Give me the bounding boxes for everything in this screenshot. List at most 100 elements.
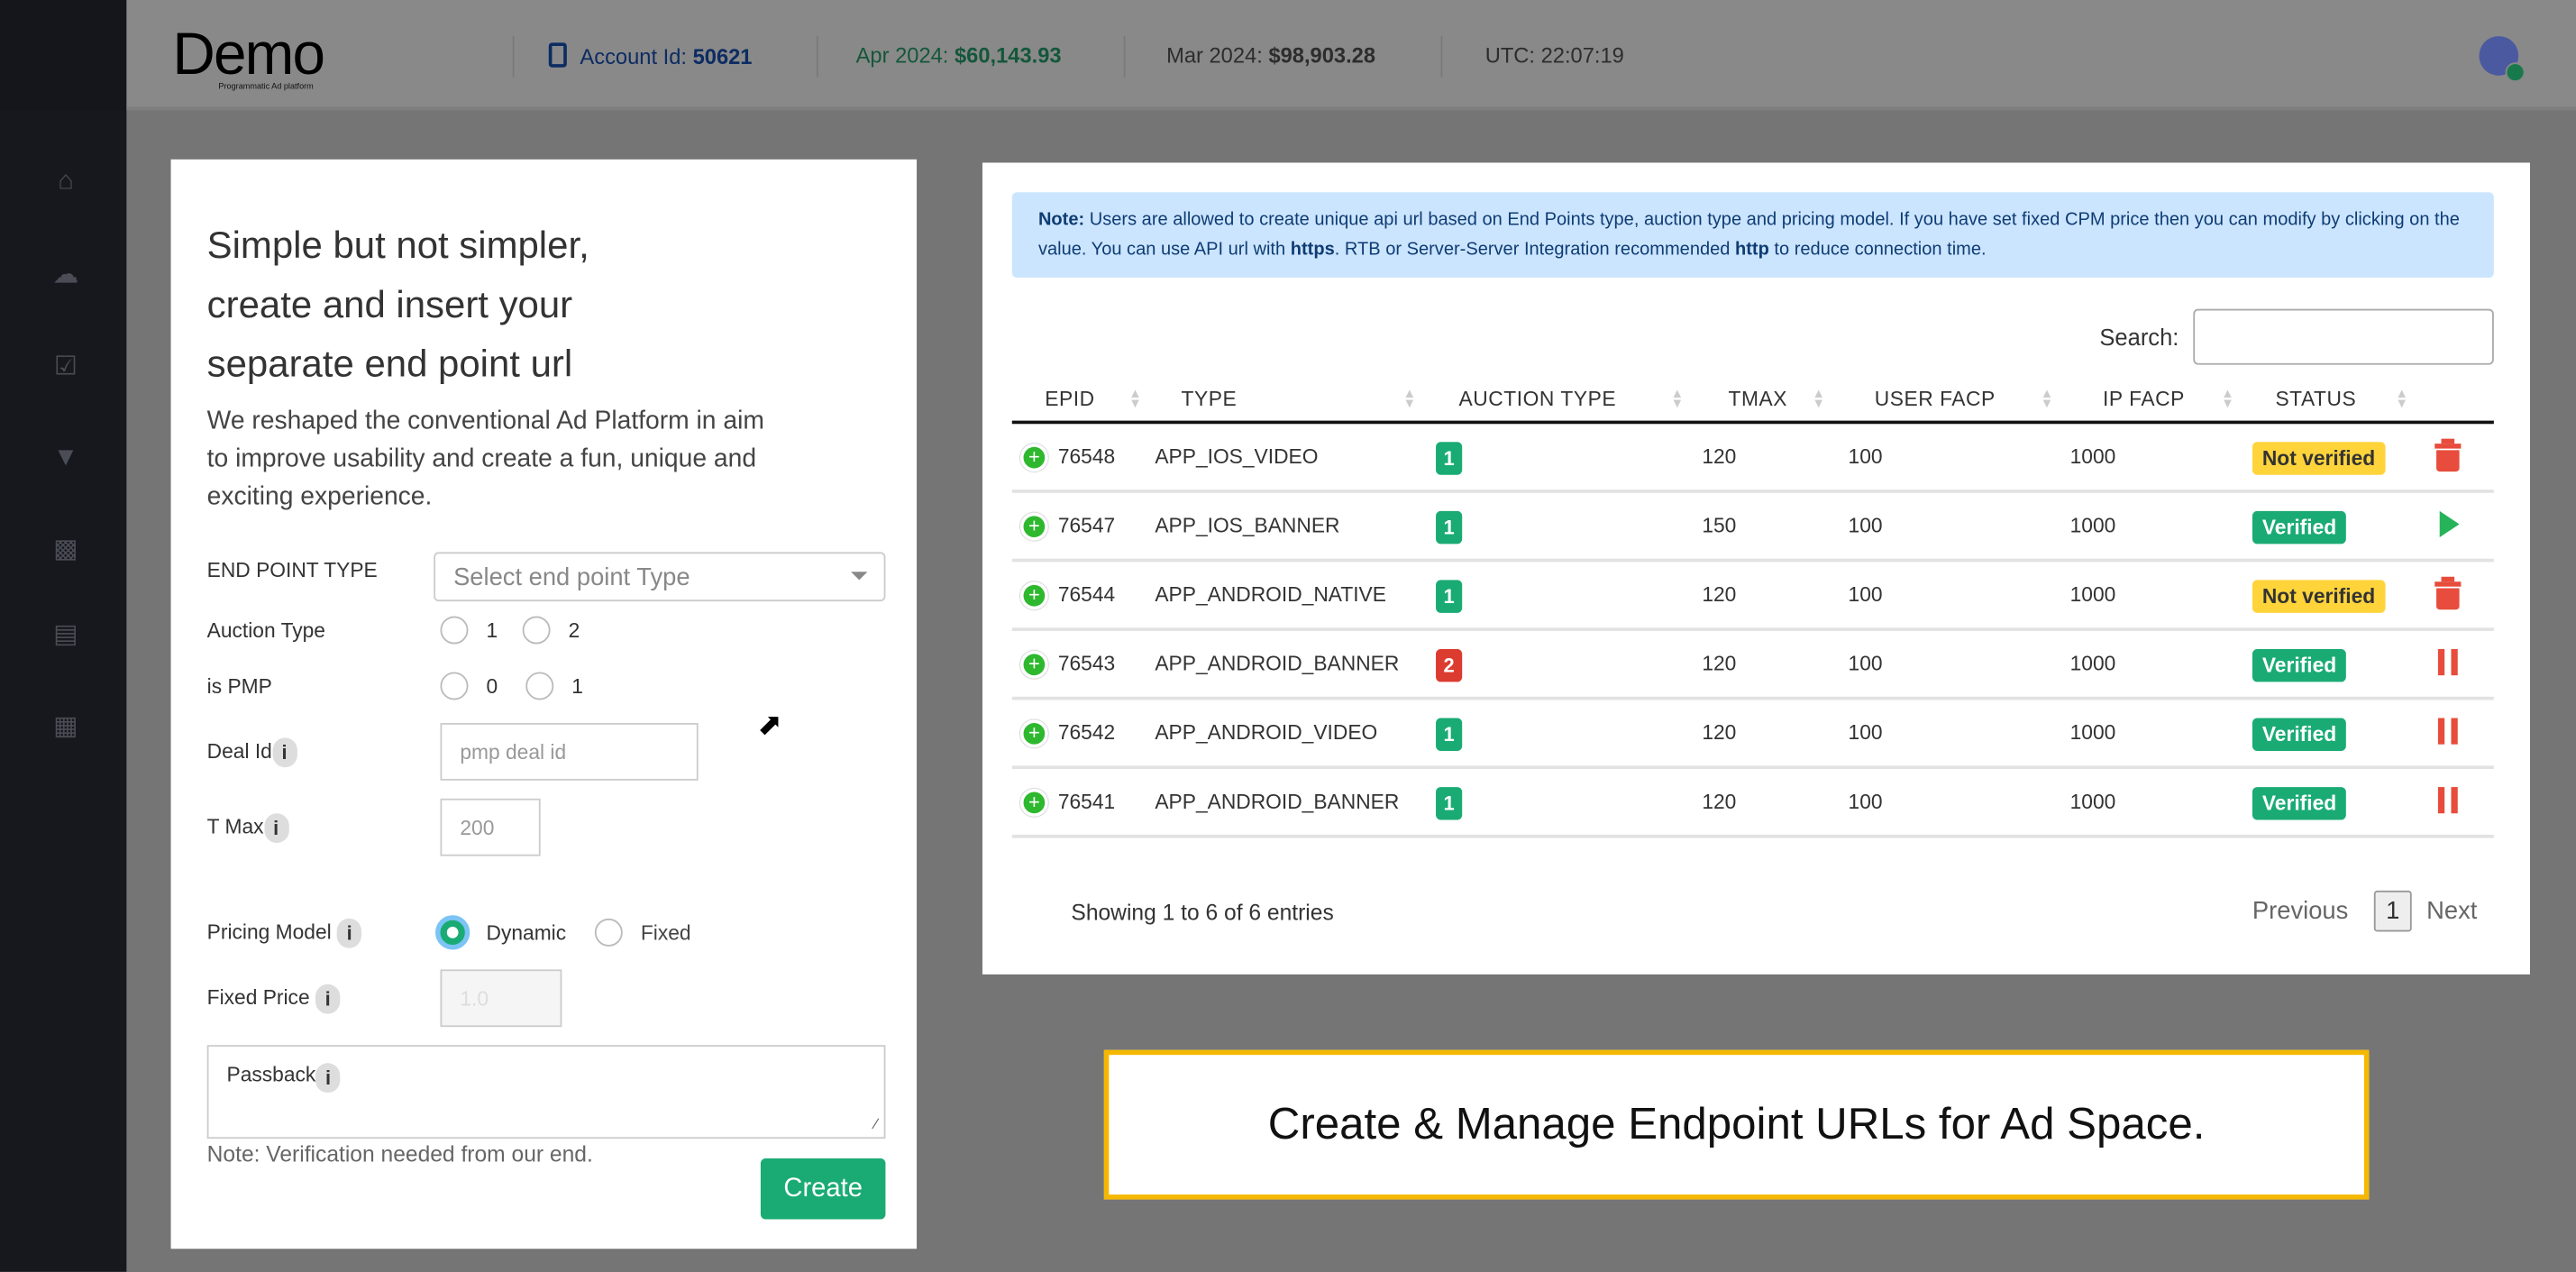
table-row: + 76541 APP_ANDROID_BANNER 1 120 100 100…: [1011, 769, 2494, 838]
fixed-price-label: Fixed Price i: [207, 984, 341, 1014]
create-button[interactable]: Create: [760, 1158, 886, 1220]
avatar[interactable]: [2479, 36, 2526, 83]
ip-facp[interactable]: 1000: [2070, 445, 2116, 469]
search-label: Search:: [2099, 324, 2179, 351]
tmax[interactable]: 120: [1702, 653, 1736, 676]
tmax[interactable]: 150: [1702, 515, 1736, 538]
bar-chart-icon[interactable]: ▩: [50, 534, 82, 566]
sort-icon[interactable]: ▲ ▼: [1128, 387, 1141, 410]
pause-icon[interactable]: [2433, 715, 2462, 751]
is-pmp-radio-0[interactable]: [440, 672, 469, 700]
user-facp[interactable]: 100: [1849, 583, 1883, 607]
sort-icon[interactable]: ▲ ▼: [2221, 387, 2233, 410]
endpoint-type-label: END POINT TYPE: [206, 558, 378, 582]
auction-type-radio-2[interactable]: [522, 616, 551, 645]
play-icon[interactable]: [2433, 508, 2462, 544]
auction-type-radio-1[interactable]: [440, 616, 469, 645]
sort-icon[interactable]: ▲ ▼: [2041, 387, 2053, 410]
expand-row-icon[interactable]: +: [1019, 650, 1048, 679]
status-badge: Verified: [2252, 787, 2347, 820]
ip-facp[interactable]: 1000: [2070, 721, 2116, 745]
divider: [512, 36, 515, 78]
info-icon[interactable]: i: [271, 737, 297, 768]
expand-row-icon[interactable]: +: [1019, 581, 1048, 610]
tmax-input[interactable]: 200: [440, 798, 541, 856]
previous-page-button[interactable]: Previous: [2252, 897, 2348, 925]
filter-icon[interactable]: ▼: [50, 442, 82, 474]
radio-label: 2: [568, 619, 580, 643]
expand-row-icon[interactable]: +: [1019, 444, 1048, 472]
info-icon[interactable]: i: [337, 918, 362, 948]
building-add-icon[interactable]: ▦: [50, 711, 82, 744]
radio-label: 1: [571, 675, 583, 699]
pause-icon[interactable]: [2433, 783, 2462, 819]
page-1-button[interactable]: 1: [2373, 890, 2412, 932]
calendar-check-icon[interactable]: ☑: [50, 352, 82, 384]
utc-clock: UTC: 22:07:19: [1484, 42, 1624, 68]
column-header-ip-facp[interactable]: IP FACP: [2103, 388, 2185, 411]
auction-type-badge: 1: [1436, 580, 1463, 613]
passback-textarea[interactable]: Passback i ∕: [206, 1045, 886, 1139]
resize-handle-icon[interactable]: ∕: [875, 1116, 878, 1132]
trash-icon[interactable]: [2433, 576, 2462, 613]
tmax[interactable]: 120: [1702, 721, 1736, 745]
expand-row-icon[interactable]: +: [1019, 788, 1048, 817]
column-header-epid[interactable]: EPID: [1045, 388, 1094, 411]
status-badge: Verified: [2252, 510, 2347, 544]
info-icon[interactable]: i: [315, 984, 341, 1014]
column-header-type[interactable]: TYPE: [1182, 388, 1238, 411]
cloud-icon[interactable]: ☁: [50, 260, 82, 292]
expand-row-icon[interactable]: +: [1019, 719, 1048, 748]
search-input[interactable]: [2193, 308, 2494, 365]
info-icon[interactable]: i: [263, 813, 288, 844]
user-facp[interactable]: 100: [1849, 721, 1883, 745]
tmax[interactable]: 120: [1702, 445, 1736, 469]
deal-id-input[interactable]: pmp deal id: [440, 722, 699, 781]
endpoint-type-select[interactable]: Select end point Type: [434, 552, 886, 602]
user-facp[interactable]: 100: [1849, 515, 1883, 538]
logo[interactable]: Demo: [172, 20, 325, 89]
radio-label: Fixed: [640, 921, 691, 946]
credit-card-icon[interactable]: ▤: [50, 619, 82, 652]
user-facp[interactable]: 100: [1849, 653, 1883, 676]
radio-label: 1: [486, 619, 498, 643]
column-header-tmax[interactable]: TMAX: [1728, 388, 1787, 411]
pricing-dynamic-radio-checked[interactable]: [435, 915, 470, 950]
ip-facp[interactable]: 1000: [2070, 583, 2116, 607]
form-heading: Simple but not simpler, create and inser…: [206, 223, 589, 385]
chevron-down-icon: [851, 572, 868, 588]
is-pmp-radio-1[interactable]: [525, 672, 554, 700]
epid: 76547: [1057, 514, 1116, 538]
sort-icon[interactable]: ▲ ▼: [1671, 387, 1684, 410]
column-header-user-facp[interactable]: USER FACP: [1875, 388, 1996, 411]
home-icon[interactable]: ⌂: [50, 166, 82, 198]
table-row: + 76547 APP_IOS_BANNER 1 150 100 1000 Ve…: [1011, 493, 2494, 563]
user-facp[interactable]: 100: [1849, 445, 1883, 469]
sort-icon[interactable]: ▲ ▼: [2395, 387, 2407, 410]
expand-row-icon[interactable]: +: [1019, 512, 1048, 541]
endpoint-type: APP_ANDROID_VIDEO: [1155, 721, 1378, 745]
tmax[interactable]: 120: [1702, 583, 1736, 607]
trash-icon[interactable]: [2433, 438, 2462, 475]
divider: [1440, 36, 1443, 78]
next-page-button[interactable]: Next: [2426, 897, 2477, 925]
deal-id-label: Deal Id i: [207, 737, 297, 768]
user-facp[interactable]: 100: [1849, 791, 1883, 814]
sort-icon[interactable]: ▲ ▼: [1812, 387, 1824, 410]
tmax[interactable]: 120: [1702, 791, 1736, 814]
status-badge: Not verified: [2252, 442, 2386, 475]
column-header-status[interactable]: STATUS: [2275, 388, 2356, 411]
mar-revenue: Mar 2024: $98,903.28: [1166, 42, 1376, 68]
apr-revenue: Apr 2024: $60,143.93: [855, 42, 1062, 68]
sort-icon[interactable]: ▲ ▼: [1403, 387, 1416, 410]
ip-facp[interactable]: 1000: [2070, 791, 2116, 814]
fixed-price-input-disabled[interactable]: 1.0: [440, 969, 562, 1028]
ip-facp[interactable]: 1000: [2070, 515, 2116, 538]
pause-icon[interactable]: [2433, 645, 2462, 682]
info-note: Note: Users are allowed to create unique…: [1011, 192, 2494, 279]
info-icon[interactable]: i: [315, 1063, 341, 1094]
column-header-auction-type[interactable]: AUCTION TYPE: [1459, 388, 1617, 411]
sidebar: ⌂ ☁ ☑ ▼ ▩ ▤ ▦: [0, 0, 127, 1272]
ip-facp[interactable]: 1000: [2070, 653, 2116, 676]
pricing-fixed-radio[interactable]: [594, 918, 623, 947]
